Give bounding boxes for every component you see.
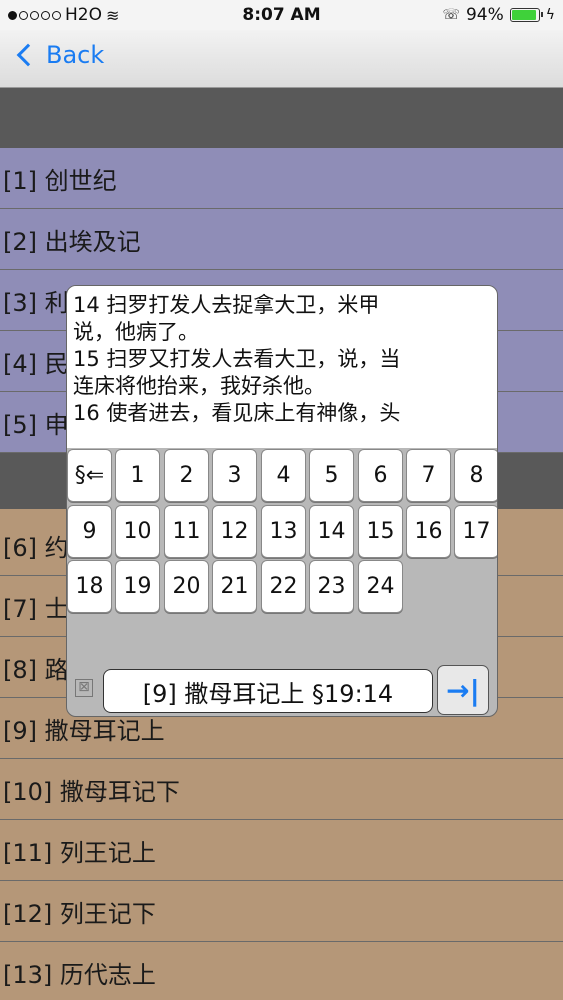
clear-icon[interactable]: ⊠ [75,679,93,697]
verse-line: 14 扫罗打发人去捉拿大卫，米甲 [73,293,380,317]
navigation-bar: Back [0,30,563,88]
verse-line: 15 扫罗又打发人去看大卫，说，当 [73,347,401,371]
back-button[interactable]: Back [14,41,104,69]
verse-key[interactable]: 7 [406,449,451,502]
verse-preview[interactable]: 14 扫罗打发人去捉拿大卫，米甲 说，他病了。 15 扫罗又打发人去看大卫，说，… [67,286,497,448]
verse-key[interactable]: 18 [67,560,112,613]
verse-key[interactable]: 22 [261,560,306,613]
verse-key[interactable]: 19 [115,560,160,613]
verse-line: 连床将他抬来，我好杀他。 [73,374,325,398]
verse-key[interactable]: 23 [309,560,354,613]
book-row[interactable]: [2] 出埃及记 [0,209,563,270]
go-button[interactable]: →| [437,665,489,715]
verse-key[interactable]: 5 [309,449,354,502]
verse-key[interactable]: 20 [164,560,209,613]
verse-key[interactable]: 13 [261,505,306,558]
reference-bar: ⊠ [9] 撒母耳记上 §19:14 →| [67,661,497,716]
verse-line: 说，他病了。 [73,320,199,344]
verse-key[interactable]: 15 [358,505,403,558]
battery-icon [509,8,543,22]
book-row[interactable]: [1] 创世纪 [0,148,563,209]
status-bar: H2O ≋ 8:07 AM ☏ 94% ϟ [0,0,563,30]
arrow-to-bar-icon: →| [446,673,480,707]
verse-key[interactable]: 9 [67,505,112,558]
verse-key[interactable]: 4 [261,449,306,502]
verse-key[interactable]: 17 [454,505,497,558]
verse-key[interactable]: 24 [358,560,403,613]
chevron-left-icon [16,43,40,67]
battery-percent: 94% [465,5,504,25]
status-right: ☏ 94% ϟ [442,5,555,25]
alarm-icon: ☏ [442,7,460,23]
verse-key[interactable]: 1 [115,449,160,502]
verse-key[interactable]: 21 [212,560,257,613]
verse-key[interactable]: 10 [115,505,160,558]
verse-key[interactable]: 3 [212,449,257,502]
back-label: Back [46,41,105,69]
verse-key[interactable]: 14 [309,505,354,558]
reference-field[interactable]: [9] 撒母耳记上 §19:14 [103,669,433,713]
verse-key[interactable]: 2 [164,449,209,502]
verse-picker-popup: 14 扫罗打发人去捉拿大卫，米甲 说，他病了。 15 扫罗又打发人去看大卫，说，… [66,285,498,717]
verse-line: 16 使者进去，看见床上有神像，头 [73,401,401,425]
verse-key[interactable]: 6 [358,449,403,502]
book-row[interactable]: [11] 列王记上 [0,820,563,881]
book-row[interactable]: [10] 撒母耳记下 [0,759,563,820]
book-row[interactable]: [13] 历代志上 [0,942,563,1000]
verse-key[interactable]: 8 [454,449,497,502]
book-row[interactable]: [12] 列王记下 [0,881,563,942]
verse-key[interactable]: 16 [406,505,451,558]
verse-key[interactable]: 11 [164,505,209,558]
backspace-key[interactable]: §⇐ [67,449,112,502]
section-header-old-testament [0,88,563,148]
verse-key[interactable]: 12 [212,505,257,558]
charging-icon: ϟ [545,7,555,23]
